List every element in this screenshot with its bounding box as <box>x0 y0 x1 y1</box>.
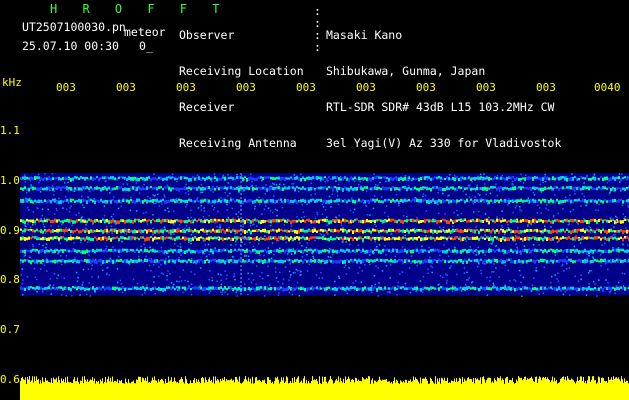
meta-label-location: Receiving Location <box>179 64 304 78</box>
y-tick-label: 0.7 <box>0 323 20 336</box>
meta-label-observer: Observer <box>179 28 235 42</box>
y-tick-label: 1.1 <box>0 124 20 137</box>
timestamp-label: 25.07.10 00:30 <box>22 39 119 53</box>
y-tick-label: 1.0 <box>0 174 20 187</box>
filename-label: UT2507100030.pn <box>22 20 126 34</box>
noise-level-bar <box>20 376 629 400</box>
y-tick-label: 0.6 <box>0 373 20 386</box>
count-label: 0_ <box>139 39 153 53</box>
meta-value-observer: Masaki Kano <box>326 28 403 42</box>
meta-value-location: Shibukawa, Gunma, Japan <box>326 64 486 78</box>
y-tick-label: 0.8 <box>0 273 20 286</box>
y-unit-label: kHz <box>2 76 22 89</box>
meteor-tag-label: meteor <box>124 25 166 39</box>
meta-colons: : : : : <box>314 4 321 54</box>
y-tick-label: 0.9 <box>0 224 20 237</box>
spectrogram-plot <box>20 173 629 400</box>
